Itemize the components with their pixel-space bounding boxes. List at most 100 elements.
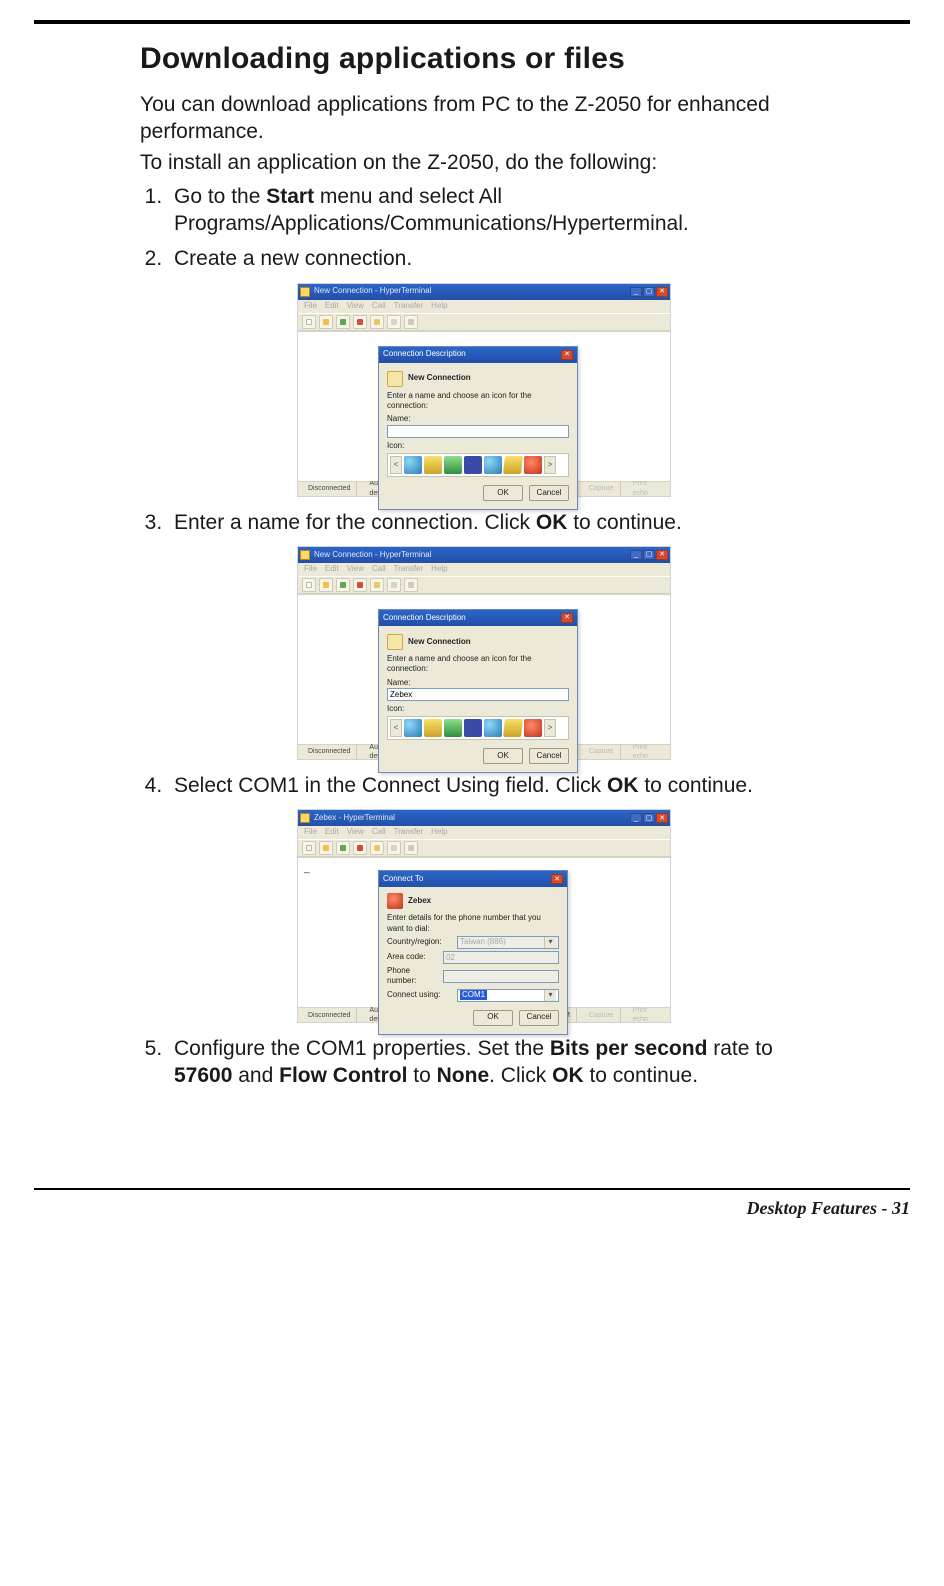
toolbar-disconnect-icon[interactable] <box>353 578 367 592</box>
toolbar-properties-icon[interactable] <box>404 841 418 855</box>
window-titlebar: New Connection - HyperTerminal _ ▢ ✕ <box>298 284 670 300</box>
maximize-button[interactable]: ▢ <box>643 287 655 297</box>
status-capture: Capture <box>583 482 621 496</box>
menu-edit[interactable]: Edit <box>325 827 339 837</box>
country-value: Taiwan (886) <box>460 937 506 947</box>
menu-edit[interactable]: Edit <box>325 301 339 311</box>
icon-next-button[interactable]: > <box>544 456 556 474</box>
menu-call[interactable]: Call <box>372 301 386 311</box>
connection-icon-option[interactable] <box>424 456 442 474</box>
connection-icon-option[interactable] <box>424 719 442 737</box>
dialog-instruction: Enter a name and choose an icon for the … <box>387 391 569 412</box>
connection-icon-option[interactable] <box>444 719 462 737</box>
cancel-button[interactable]: Cancel <box>529 485 569 501</box>
ok-button[interactable]: OK <box>483 748 523 764</box>
dialog-body: Zebex Enter details for the phone number… <box>379 887 567 1034</box>
menu-view[interactable]: View <box>347 301 364 311</box>
screenshot-2: New Connection - HyperTerminal _ ▢ ✕ Fil… <box>297 546 671 760</box>
toolbar-new-icon[interactable] <box>302 315 316 329</box>
toolbar-disconnect-icon[interactable] <box>353 841 367 855</box>
toolbar-open-icon[interactable] <box>319 315 333 329</box>
menu-help[interactable]: Help <box>431 564 447 574</box>
toolbar-call-icon[interactable] <box>336 315 350 329</box>
dialog-titlebar: Connect To ✕ <box>379 871 567 887</box>
phone-number-input[interactable] <box>443 970 559 983</box>
toolbar-receive-icon[interactable] <box>387 315 401 329</box>
menu-edit[interactable]: Edit <box>325 564 339 574</box>
toolbar-disconnect-icon[interactable] <box>353 315 367 329</box>
connect-using-select[interactable]: COM1▾ <box>457 989 559 1002</box>
menu-file[interactable]: File <box>304 564 317 574</box>
menu-view[interactable]: View <box>347 564 364 574</box>
minimize-button[interactable]: _ <box>630 813 642 823</box>
step-5-d: 57600 <box>174 1064 232 1087</box>
connection-icon-option[interactable] <box>404 456 422 474</box>
close-button[interactable]: ✕ <box>656 813 668 823</box>
close-button[interactable]: ✕ <box>656 287 668 297</box>
toolbar-new-icon[interactable] <box>302 578 316 592</box>
menu-call[interactable]: Call <box>372 564 386 574</box>
connection-icon-option[interactable] <box>484 456 502 474</box>
toolbar-send-icon[interactable] <box>370 315 384 329</box>
toolbar-properties-icon[interactable] <box>404 578 418 592</box>
toolbar-open-icon[interactable] <box>319 578 333 592</box>
window-titlebar: New Connection - HyperTerminal _ ▢ ✕ <box>298 547 670 563</box>
icon-next-button[interactable]: > <box>544 719 556 737</box>
menu-call[interactable]: Call <box>372 827 386 837</box>
menu-transfer[interactable]: Transfer <box>394 827 424 837</box>
close-button[interactable]: ✕ <box>656 550 668 560</box>
minimize-button[interactable]: _ <box>630 287 642 297</box>
page-content: Downloading applications or files You ca… <box>0 24 944 1108</box>
menu-help[interactable]: Help <box>431 827 447 837</box>
area-code-input[interactable] <box>443 951 559 964</box>
minimize-button[interactable]: _ <box>630 550 642 560</box>
screenshot-3: Zebex - HyperTerminal _ ▢ ✕ File Edit Vi… <box>297 809 671 1023</box>
connection-icon-option[interactable] <box>404 719 422 737</box>
toolbar-call-icon[interactable] <box>336 578 350 592</box>
name-input[interactable] <box>387 688 569 701</box>
icon-picker[interactable]: < > <box>387 453 569 477</box>
new-connection-icon <box>387 634 403 650</box>
new-connection-label: New Connection <box>408 373 471 383</box>
cancel-button[interactable]: Cancel <box>519 1010 559 1026</box>
name-field-label: Name: <box>387 678 569 688</box>
dialog-close-button[interactable]: ✕ <box>561 613 573 623</box>
menu-transfer[interactable]: Transfer <box>394 301 424 311</box>
connection-icon-option[interactable] <box>464 719 482 737</box>
toolbar-call-icon[interactable] <box>336 841 350 855</box>
menu-bar: File Edit View Call Transfer Help <box>298 826 670 839</box>
icon-prev-button[interactable]: < <box>390 456 402 474</box>
menu-transfer[interactable]: Transfer <box>394 564 424 574</box>
menu-help[interactable]: Help <box>431 301 447 311</box>
name-input[interactable] <box>387 425 569 438</box>
connection-icon-option[interactable] <box>524 719 542 737</box>
connection-icon-option[interactable] <box>464 456 482 474</box>
toolbar-new-icon[interactable] <box>302 841 316 855</box>
dialog-close-button[interactable]: ✕ <box>551 874 563 884</box>
menu-view[interactable]: View <box>347 827 364 837</box>
country-select[interactable]: Taiwan (886)▾ <box>457 936 559 949</box>
connection-icon-option[interactable] <box>503 719 523 737</box>
maximize-button[interactable]: ▢ <box>643 813 655 823</box>
connection-icon-option[interactable] <box>484 719 502 737</box>
dialog-close-button[interactable]: ✕ <box>561 350 573 360</box>
toolbar-send-icon[interactable] <box>370 578 384 592</box>
maximize-button[interactable]: ▢ <box>643 550 655 560</box>
ok-button[interactable]: OK <box>473 1010 513 1026</box>
cancel-button[interactable]: Cancel <box>529 748 569 764</box>
toolbar-open-icon[interactable] <box>319 841 333 855</box>
connection-icon-option[interactable] <box>524 456 542 474</box>
toolbar-properties-icon[interactable] <box>404 315 418 329</box>
connection-icon-option[interactable] <box>444 456 462 474</box>
toolbar-receive-icon[interactable] <box>387 578 401 592</box>
toolbar-receive-icon[interactable] <box>387 841 401 855</box>
connection-icon-option[interactable] <box>503 456 523 474</box>
area-label: Area code: <box>387 952 439 962</box>
toolbar-send-icon[interactable] <box>370 841 384 855</box>
step-1-text-a: Go to the <box>174 185 266 208</box>
ok-button[interactable]: OK <box>483 485 523 501</box>
icon-picker[interactable]: < > <box>387 716 569 740</box>
icon-prev-button[interactable]: < <box>390 719 402 737</box>
menu-file[interactable]: File <box>304 301 317 311</box>
menu-file[interactable]: File <box>304 827 317 837</box>
